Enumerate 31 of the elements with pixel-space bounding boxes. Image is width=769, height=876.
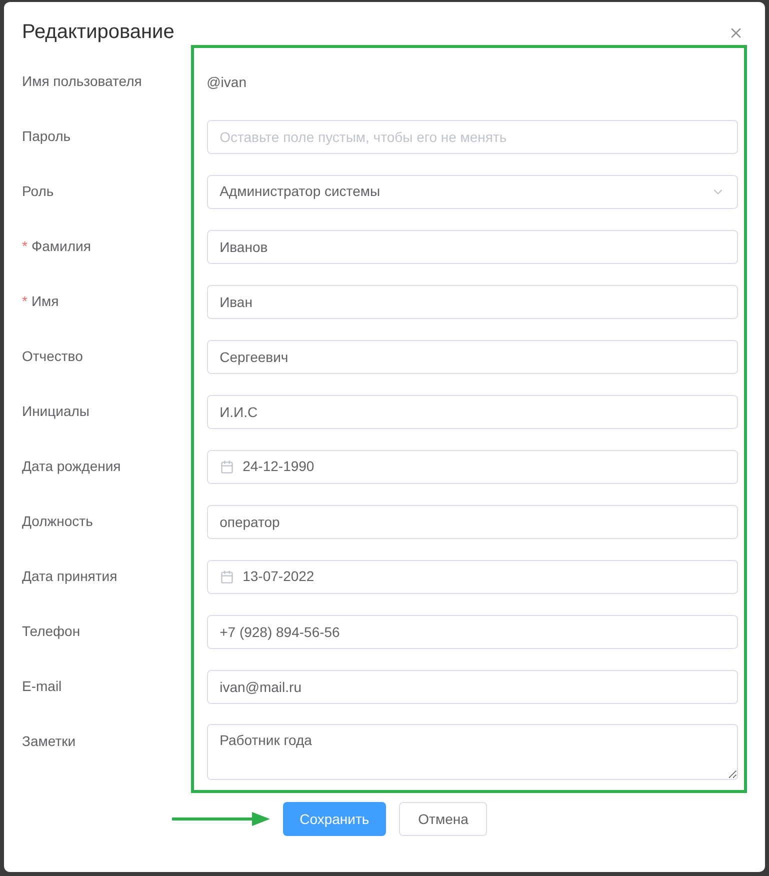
role-select[interactable]: Администратор системы <box>206 174 738 208</box>
select-value: Администратор системы <box>220 182 380 201</box>
calendar-icon <box>220 460 234 474</box>
input-field[interactable]: Иван <box>206 284 738 318</box>
input-field[interactable]: И.И.С <box>206 394 738 428</box>
date-field[interactable]: 24-12-1990 <box>206 450 738 484</box>
field-label: Телефон <box>22 622 80 641</box>
field-label: Инициалы <box>22 402 90 421</box>
field-label: * Фамилия <box>22 237 91 256</box>
input-field[interactable]: оператор <box>206 504 738 538</box>
input-field[interactable]: Сергеевич <box>206 340 738 374</box>
field-label: * Имя <box>22 292 59 311</box>
field-label: Дата рождения <box>22 457 121 476</box>
date-field[interactable]: 13-07-2022 <box>206 560 738 594</box>
field-label: Роль <box>22 182 54 201</box>
input-field[interactable]: Иванов <box>206 230 738 264</box>
field-label: Отчество <box>22 347 83 366</box>
cancel-button[interactable]: Отмена <box>399 802 488 836</box>
field-label: Должность <box>22 512 93 531</box>
field-label: E-mail <box>22 677 62 696</box>
dialog-title: Редактирование <box>22 20 174 44</box>
field-label: Пароль <box>22 127 71 146</box>
notes-field[interactable]: Работник года <box>206 724 738 780</box>
input-field[interactable]: ivan@mail.ru <box>206 670 738 704</box>
calendar-icon <box>220 570 234 584</box>
input-field[interactable]: Оставьте поле пустым, чтобы его не менять <box>206 120 738 154</box>
field-label: Заметки <box>22 732 76 751</box>
field-label: Дата принятия <box>22 567 118 586</box>
field-label: Имя пользователя <box>22 72 142 91</box>
username-value: @ivan <box>206 72 246 92</box>
input-field[interactable]: +7 (928) 894-56-56 <box>206 614 738 648</box>
